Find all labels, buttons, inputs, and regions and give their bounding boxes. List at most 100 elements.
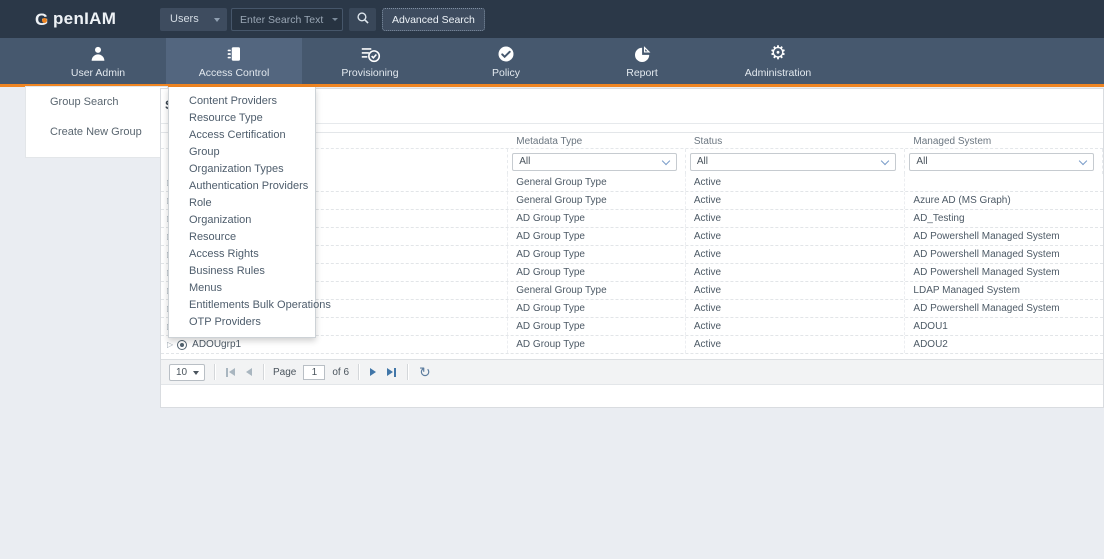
metadata-type-cell: AD Group Type [508, 318, 686, 335]
menu-item-business-rules[interactable]: Business Rules [169, 263, 315, 280]
advanced-search-button[interactable]: Advanced Search [382, 8, 485, 31]
search-button[interactable] [349, 8, 376, 31]
previous-page-button[interactable] [244, 366, 254, 378]
policy-check-icon [497, 43, 515, 65]
status-cell: Active [686, 174, 906, 191]
chevron-down-icon [662, 157, 670, 165]
top-bar: GpenIAM Users Advanced Search [0, 0, 1104, 38]
menu-item-resource[interactable]: Resource [169, 229, 315, 246]
nav-tab-report[interactable]: Report [574, 38, 710, 84]
menu-item-menus[interactable]: Menus [169, 280, 315, 297]
metadata-type-cell: AD Group Type [508, 210, 686, 227]
status-cell: Active [686, 228, 906, 245]
menu-item-entitlements-bulk-operations[interactable]: Entitlements Bulk Operations [169, 297, 315, 314]
nav-label: Policy [492, 67, 520, 79]
status-cell: Active [686, 282, 906, 299]
column-header-metadata-type: Metadata Type [508, 133, 686, 148]
page-size-value: 10 [176, 367, 187, 378]
managed-system-cell: ADOU2 [905, 336, 1103, 353]
menu-item-content-providers[interactable]: Content Providers [169, 93, 315, 110]
provisioning-icon [360, 43, 381, 65]
managed-system-cell: AD Powershell Managed System [905, 300, 1103, 317]
managed-system-cell: AD Powershell Managed System [905, 264, 1103, 281]
sidebar-item-create-new-group[interactable]: Create New Group [26, 117, 167, 147]
menu-item-authentication-providers[interactable]: Authentication Providers [169, 178, 315, 195]
nav-tab-access-control[interactable]: Access Control [166, 38, 302, 84]
metadata-type-cell: General Group Type [508, 282, 686, 299]
metadata-type-filter-select[interactable]: All [512, 153, 677, 171]
main-nav: User Admin Access Control Provisioning P… [0, 38, 1104, 87]
metadata-type-cell: AD Group Type [508, 300, 686, 317]
divider [407, 364, 408, 380]
metadata-type-cell: AD Group Type [508, 336, 686, 353]
chevron-down-icon [1079, 157, 1087, 165]
nav-label: Administration [745, 67, 812, 79]
access-control-icon [225, 43, 243, 65]
search-input-chevron-icon [332, 18, 338, 21]
chevron-down-icon [881, 157, 889, 165]
pagination-bar: 10 Page of 6 ↻ [161, 359, 1103, 385]
chevron-down-icon [214, 18, 220, 22]
sidebar-item-group-search[interactable]: Group Search [26, 87, 167, 117]
managed-system-cell: AD Powershell Managed System [905, 228, 1103, 245]
filter-value: All [916, 156, 927, 167]
nav-tab-user-admin[interactable]: User Admin [30, 38, 166, 84]
status-cell: Active [686, 300, 906, 317]
metadata-type-cell: General Group Type [508, 192, 686, 209]
status-cell: Active [686, 192, 906, 209]
managed-system-cell: ADOU1 [905, 318, 1103, 335]
search-category-select[interactable]: Users [160, 8, 227, 31]
access-control-dropdown-menu: Content Providers Resource Type Access C… [168, 87, 316, 338]
gear-icon: ⚙ [769, 43, 786, 65]
nav-label: User Admin [71, 67, 125, 79]
nav-tab-administration[interactable]: ⚙ Administration [710, 38, 846, 84]
menu-item-access-rights[interactable]: Access Rights [169, 246, 315, 263]
status-cell: Active [686, 264, 906, 281]
last-page-button[interactable] [385, 366, 398, 379]
managed-system-cell [905, 174, 1103, 191]
group-icon [177, 340, 187, 350]
nav-tab-policy[interactable]: Policy [438, 38, 574, 84]
next-page-button[interactable] [368, 366, 378, 378]
openiam-console: GpenIAM Users Advanced Search User Admin… [0, 0, 1104, 559]
menu-item-otp-providers[interactable]: OTP Providers [169, 314, 315, 331]
managed-system-cell: AD Powershell Managed System [905, 246, 1103, 263]
divider [358, 364, 359, 380]
report-pie-icon [633, 43, 652, 65]
openiam-logo-mark-icon: G [35, 11, 52, 28]
filter-value: All [697, 156, 708, 167]
search-input[interactable] [231, 8, 343, 31]
search-category-value: Users [170, 13, 199, 25]
menu-item-organization-types[interactable]: Organization Types [169, 161, 315, 178]
nav-label: Report [626, 67, 658, 79]
magnifier-icon [356, 11, 370, 28]
page-size-select[interactable]: 10 [169, 364, 205, 381]
page-number-input[interactable] [303, 365, 325, 380]
managed-system-cell: AD_Testing [905, 210, 1103, 227]
menu-item-role[interactable]: Role [169, 195, 315, 212]
metadata-type-cell: AD Group Type [508, 264, 686, 281]
chevron-down-icon [193, 371, 199, 375]
menu-item-resource-type[interactable]: Resource Type [169, 110, 315, 127]
menu-item-access-certification[interactable]: Access Certification [169, 127, 315, 144]
refresh-icon[interactable]: ↻ [419, 365, 431, 379]
managed-system-filter-select[interactable]: All [909, 153, 1094, 171]
openiam-logo-text: penIAM [53, 9, 116, 29]
status-cell: Active [686, 210, 906, 227]
table-row[interactable]: ▷ADOUgrp1 AD Group Type Active ADOU2 [161, 336, 1103, 354]
nav-tab-provisioning[interactable]: Provisioning [302, 38, 438, 84]
first-page-button[interactable] [224, 366, 237, 379]
menu-item-organization[interactable]: Organization [169, 212, 315, 229]
menu-item-group[interactable]: Group [169, 144, 315, 161]
user-admin-icon [89, 43, 107, 65]
managed-system-cell: Azure AD (MS Graph) [905, 192, 1103, 209]
group-sidebar: Group Search Create New Group [25, 86, 168, 158]
status-filter-select[interactable]: All [690, 153, 897, 171]
expand-row-icon[interactable]: ▷ [167, 336, 173, 353]
divider [214, 364, 215, 380]
status-cell: Active [686, 336, 906, 353]
column-header-managed-system: Managed System [905, 133, 1103, 148]
filter-value: All [519, 156, 530, 167]
openiam-logo[interactable]: GpenIAM [35, 7, 116, 31]
metadata-type-cell: AD Group Type [508, 246, 686, 263]
